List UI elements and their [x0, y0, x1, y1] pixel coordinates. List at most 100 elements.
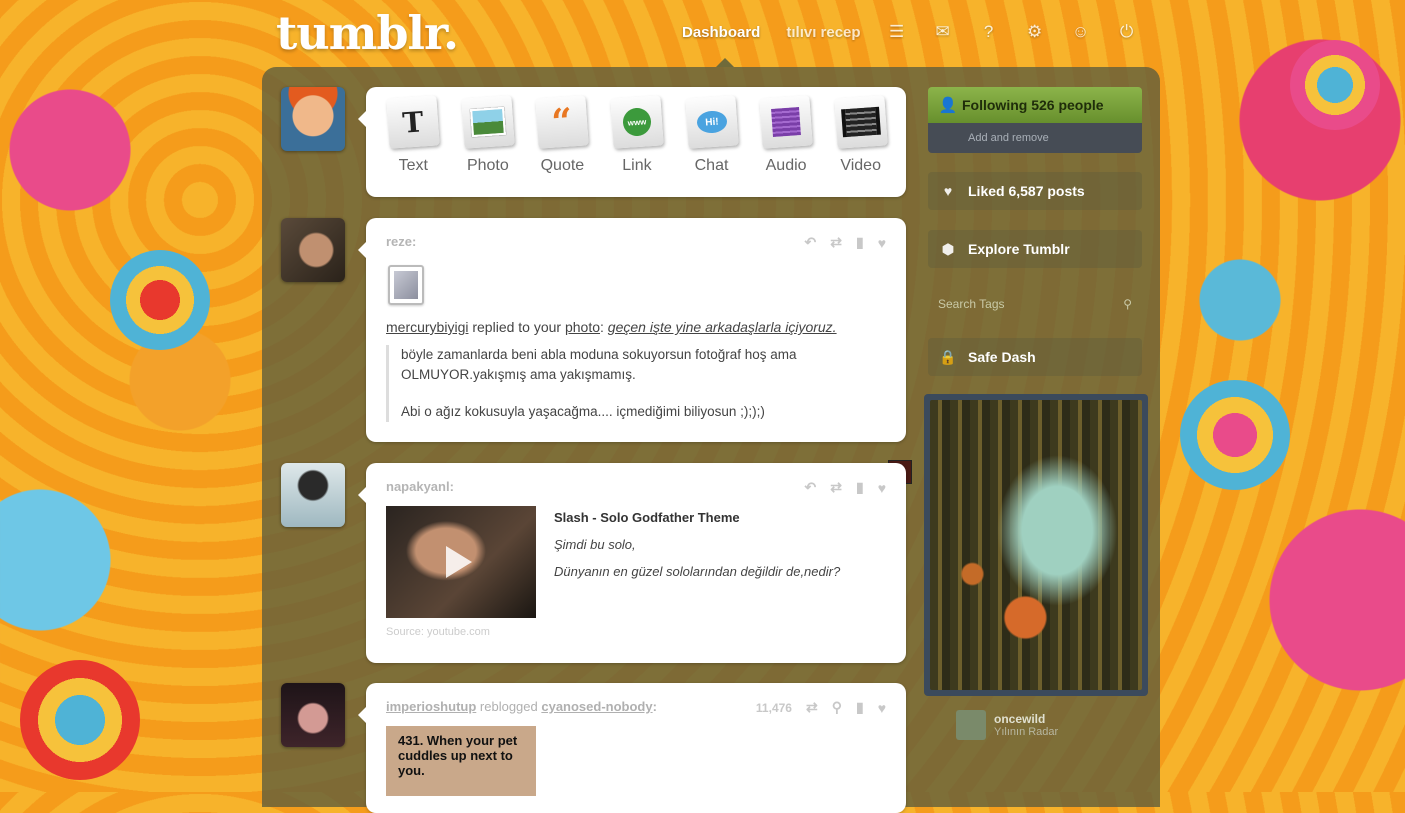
- post-type-photo[interactable]: Photo: [454, 95, 522, 175]
- post-type-text[interactable]: T Text: [379, 95, 447, 175]
- video-thumbnail[interactable]: [386, 506, 536, 618]
- reply-line: mercurybiyigi replied to your photo: geç…: [386, 319, 837, 335]
- tag-icon: ⬢: [941, 240, 955, 257]
- post-type-link[interactable]: www Link: [603, 95, 671, 175]
- inbox-icon[interactable]: ☰: [887, 22, 907, 42]
- post-image[interactable]: 431. When your pet cuddles up next to yo…: [386, 726, 536, 796]
- post-controls: 11,476 ⇄ ⚲ ▮ ♥: [756, 699, 886, 716]
- post-author[interactable]: imperioshutup: [386, 699, 476, 714]
- like-icon[interactable]: ♥: [878, 700, 886, 716]
- reply-icon[interactable]: ↶: [805, 479, 817, 496]
- photo-icon: [461, 95, 515, 149]
- bookmark-icon[interactable]: ▮: [856, 479, 864, 496]
- reply-body-line: Abi o ağız kokusuyla yaşacağma.... içmed…: [401, 404, 765, 420]
- post-composer: T Text Photo “ Quote www Link Hi! Chat A…: [358, 87, 906, 197]
- reblog-line: imperioshutup reblogged cyanosed-nobody:: [386, 699, 657, 716]
- nav-blog[interactable]: tılıvı recep: [786, 24, 860, 41]
- text-icon: T: [386, 95, 440, 149]
- radar-post[interactable]: [924, 394, 1148, 696]
- lock-icon: 🔒: [939, 348, 957, 365]
- audio-icon: [759, 95, 813, 149]
- post-card: reze: ↶ ⇄ ▮ ♥ mercurybiyigi replied to y…: [358, 218, 906, 442]
- replier-link[interactable]: mercurybiyigi: [386, 319, 468, 335]
- liked-posts-link[interactable]: ♥ Liked 6,587 posts: [928, 172, 1142, 210]
- post-image-text: 431. When your pet cuddles up next to yo…: [398, 733, 518, 778]
- notes-count[interactable]: 11,476: [756, 701, 792, 715]
- video-caption: Şimdi bu solo,: [554, 537, 636, 552]
- search-tags-input[interactable]: Search Tags ⚲: [928, 288, 1142, 320]
- liked-label: Liked 6,587 posts: [968, 183, 1085, 199]
- post-card: napakyanl: ↶ ⇄ ▮ ♥ Slash - Solo Godfathe…: [358, 463, 906, 663]
- avatar[interactable]: [281, 683, 345, 747]
- background-pattern: [1290, 40, 1380, 130]
- tumblr-logo[interactable]: tumblr.: [276, 6, 459, 60]
- avatar[interactable]: [956, 710, 986, 740]
- user-icon: 👤: [938, 97, 958, 114]
- background-pattern: [110, 250, 210, 350]
- help-icon[interactable]: ?: [979, 22, 999, 42]
- reply-body-line: böyle zamanlarda beni abla moduna sokuyo…: [401, 347, 797, 362]
- top-navigation: Dashboard tılıvı recep ☰ ✉ ? ⚙ ☺ ⏻: [682, 22, 1137, 42]
- link-icon: www: [610, 95, 664, 149]
- video-caption: Dünyanın en güzel sololarından değildir …: [554, 564, 841, 579]
- radar-image[interactable]: [930, 400, 1142, 690]
- video-title: Slash - Solo Godfather Theme: [554, 510, 740, 525]
- reply-target-link[interactable]: photo: [565, 319, 600, 335]
- reply-quote-link[interactable]: geçen işte yine arkadaşlarla içiyoruz.: [608, 319, 837, 335]
- reblog-source-link[interactable]: cyanosed-nobody: [541, 699, 652, 714]
- power-icon[interactable]: ⏻: [1117, 22, 1137, 42]
- post-type-audio[interactable]: Audio: [752, 95, 820, 175]
- post-author[interactable]: napakyanl:: [386, 479, 454, 496]
- reblog-colon: :: [652, 699, 657, 714]
- post-type-quote[interactable]: “ Quote: [528, 95, 596, 175]
- like-icon[interactable]: ♥: [878, 235, 886, 251]
- search-icon[interactable]: ⚲: [1123, 297, 1132, 311]
- bookmark-icon[interactable]: ▮: [856, 699, 864, 716]
- post-type-video[interactable]: Video: [827, 95, 895, 175]
- avatar[interactable]: [281, 218, 345, 282]
- reply-icon[interactable]: ↶: [805, 234, 817, 251]
- safe-dash-toggle[interactable]: 🔒 Safe Dash: [928, 338, 1142, 376]
- avatar[interactable]: [281, 463, 345, 527]
- explore-label: Explore Tumblr: [968, 241, 1070, 257]
- chat-icon: Hi!: [684, 95, 739, 149]
- post-type-label: Text: [398, 157, 428, 174]
- reply-body-line: OLMUYOR.yakışmış ama yakışmamış.: [401, 366, 636, 382]
- post-type-label: Photo: [466, 157, 509, 174]
- reblog-icon[interactable]: ⇄: [830, 234, 842, 251]
- post-controls: ↶ ⇄ ▮ ♥: [805, 234, 887, 251]
- account-icon[interactable]: ☺: [1071, 22, 1091, 42]
- post-type-label: Quote: [540, 157, 585, 174]
- post-type-label: Link: [622, 157, 652, 174]
- reply-thumbnail[interactable]: [388, 265, 424, 305]
- radar-username[interactable]: oncewild: [994, 712, 1058, 726]
- mail-icon[interactable]: ✉: [933, 22, 953, 42]
- post-source[interactable]: Source: youtube.com: [366, 626, 906, 638]
- safe-dash-label: Safe Dash: [968, 349, 1036, 365]
- reblog-icon[interactable]: ⇄: [830, 479, 842, 496]
- video-icon: [833, 95, 888, 149]
- settings-icon[interactable]: ⚙: [1025, 22, 1045, 42]
- post-type-label: Chat: [694, 157, 729, 174]
- add-remove-link[interactable]: Add and remove: [928, 123, 1142, 153]
- background-pattern: [20, 660, 140, 780]
- post-type-chat[interactable]: Hi! Chat: [678, 95, 746, 175]
- following-button[interactable]: 👤 Following 526 people: [928, 87, 1142, 123]
- like-icon[interactable]: ♥: [878, 480, 886, 496]
- nav-dashboard[interactable]: Dashboard: [682, 24, 760, 41]
- explore-link[interactable]: ⬢ Explore Tumblr: [928, 230, 1142, 268]
- user-avatar[interactable]: [281, 87, 345, 151]
- post-card: imperioshutup reblogged cyanosed-nobody:…: [358, 683, 906, 813]
- nav-caret: [716, 58, 734, 67]
- post-author[interactable]: reze:: [386, 234, 416, 251]
- radar-user[interactable]: oncewild Yılının Radar: [956, 710, 1058, 740]
- heart-icon: ♥: [943, 183, 953, 199]
- bookmark-icon[interactable]: ▮: [856, 234, 864, 251]
- post-type-label: Audio: [765, 157, 807, 174]
- background-pattern: [1180, 380, 1290, 490]
- radar-subtitle: Yılının Radar: [994, 726, 1059, 738]
- quote-icon: “: [535, 95, 590, 149]
- play-icon[interactable]: [446, 546, 472, 578]
- reblog-icon[interactable]: ⇄: [806, 699, 818, 716]
- search-icon[interactable]: ⚲: [832, 699, 842, 716]
